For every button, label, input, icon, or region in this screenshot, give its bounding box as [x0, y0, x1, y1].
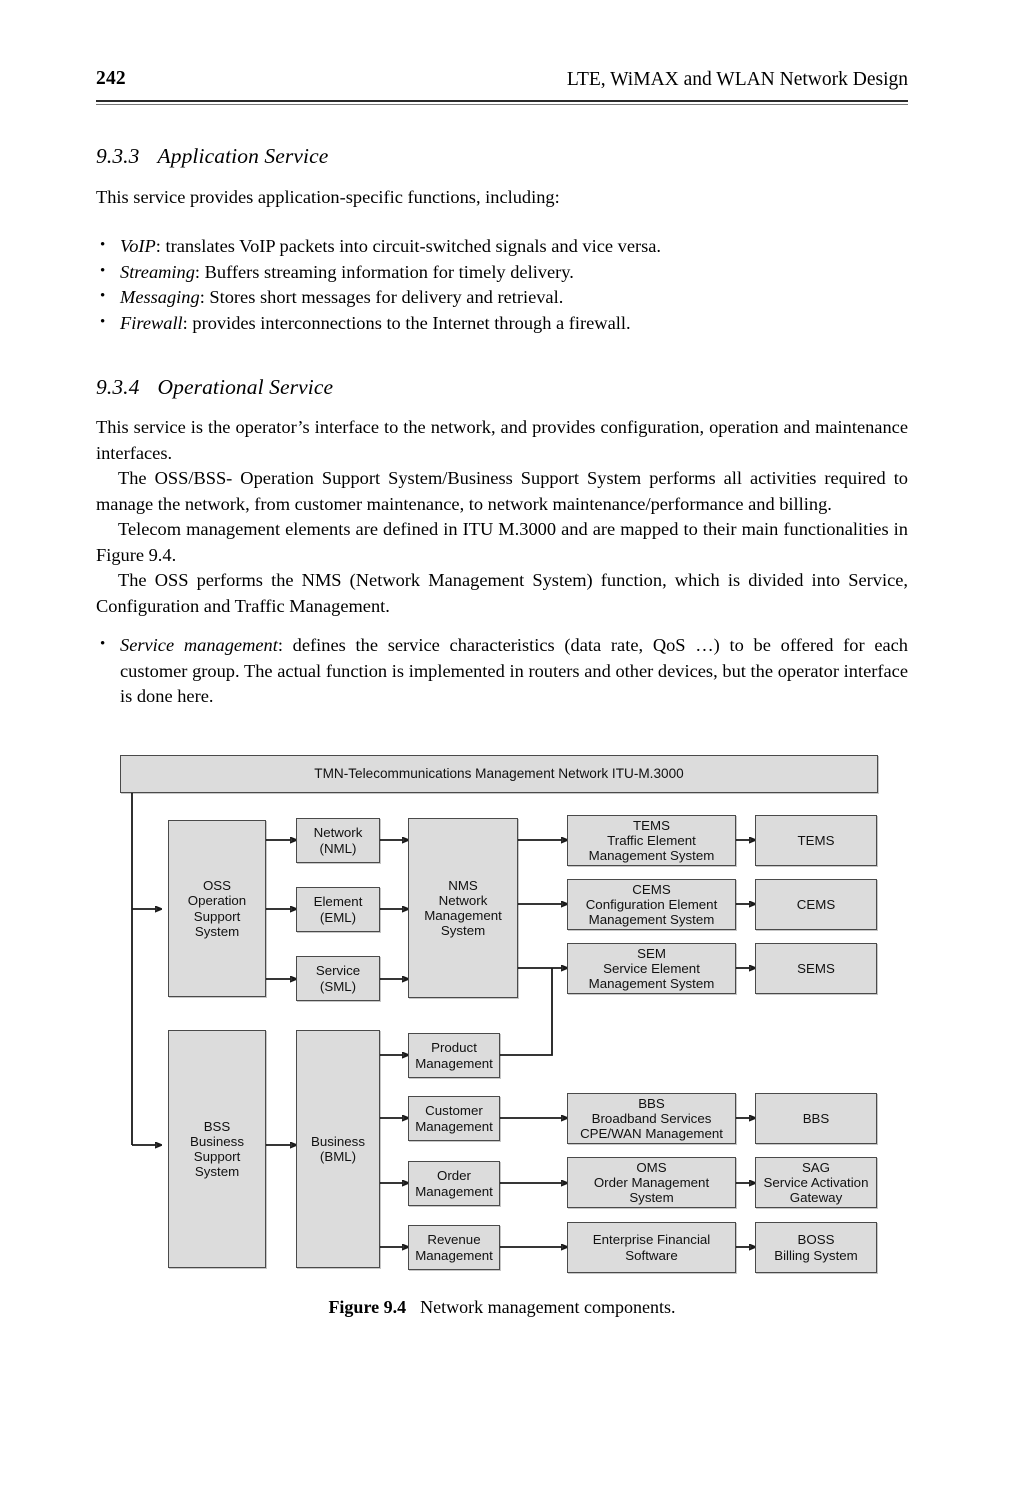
figure-9-4: TMN-Telecommunications Management Networ…: [0, 0, 1032, 1500]
paragraph-9-3-4-p4: The OSS performs the NMS (Network Manage…: [96, 570, 908, 616]
heading-9-3-3: 9.3.3 Application Service: [96, 144, 328, 169]
box-boss[interactable]: BOSS Billing System: [755, 1222, 877, 1273]
figure-caption-text: Network management components.: [420, 1297, 676, 1317]
paragraph-9-3-4-p2: The OSS/BSS- Operation Support System/Bu…: [96, 468, 908, 514]
list-item-term: Firewall: [120, 312, 183, 333]
box-bbs-full[interactable]: BBS Broadband Services CPE/WAN Managemen…: [567, 1093, 736, 1144]
list-item: Streaming: Buffers streaming information…: [96, 259, 908, 286]
box-cems[interactable]: CEMS: [755, 879, 877, 930]
box-service-sml[interactable]: Service (SML): [296, 956, 380, 1001]
box-network-nml[interactable]: Network (NML): [296, 818, 380, 863]
box-revenue-management[interactable]: Revenue Management: [408, 1225, 500, 1270]
list-item-term: VoIP: [120, 236, 156, 256]
list-item: VoIP: translates VoIP packets into circu…: [96, 233, 908, 260]
paragraph-9-3-4-p3: Telecom management elements are defined …: [96, 519, 908, 565]
box-sem-full[interactable]: SEM Service Element Management System: [567, 943, 736, 994]
box-order-management[interactable]: Order Management: [408, 1161, 500, 1206]
box-customer-management[interactable]: Customer Management: [408, 1096, 500, 1141]
paragraph-9-3-3-intro: This service provides application-specif…: [96, 187, 560, 207]
document-page: 242 LTE, WiMAX and WLAN Network Design 9…: [0, 0, 1032, 1500]
header-rule: [96, 100, 908, 105]
list-item-text: : Buffers streaming information for time…: [194, 261, 574, 282]
box-product-management[interactable]: Product Management: [408, 1033, 500, 1078]
box-sems[interactable]: SEMS: [755, 943, 877, 994]
bullet-list-application-service: VoIP: translates VoIP packets into circu…: [96, 233, 908, 337]
page-number: 242: [96, 68, 126, 89]
box-business-bml[interactable]: Business (BML): [296, 1030, 380, 1268]
figure-caption-label: Figure 9.4: [328, 1297, 407, 1317]
figure-diagram: TMN-Telecommunications Management Networ…: [118, 752, 880, 1274]
heading-9-3-4-title: Operational Service: [157, 375, 334, 399]
heading-9-3-3-title: Application Service: [157, 144, 329, 168]
box-nms[interactable]: NMS Network Management System: [408, 818, 518, 998]
running-head: 242 LTE, WiMAX and WLAN Network Design: [96, 68, 908, 96]
list-item-term: Streaming: [120, 261, 195, 282]
box-tmn[interactable]: TMN-Telecommunications Management Networ…: [120, 755, 878, 793]
heading-9-3-4: 9.3.4 Operational Service: [96, 375, 333, 400]
box-tems[interactable]: TEMS: [755, 815, 877, 866]
box-bbs[interactable]: BBS: [755, 1093, 877, 1144]
bullet-list-operational-service: Service management: defines the service …: [96, 632, 908, 710]
heading-9-3-3-number: 9.3.3: [96, 144, 140, 168]
list-item-text: : Stores short messages for delivery and…: [199, 287, 564, 308]
box-oms-full[interactable]: OMS Order Management System: [567, 1157, 736, 1208]
list-item-term: Service management: [120, 635, 278, 655]
box-oss[interactable]: OSS Operation Support System: [168, 820, 266, 997]
list-item: Service management: defines the service …: [96, 632, 908, 710]
list-item: Firewall: provides interconnections to t…: [96, 310, 908, 337]
box-sag[interactable]: SAG Service Activation Gateway: [755, 1157, 877, 1208]
box-cems-full[interactable]: CEMS Configuration Element Management Sy…: [567, 879, 736, 930]
box-enterprise-financial[interactable]: Enterprise Financial Software: [567, 1222, 736, 1273]
paragraph-9-3-4-p1: This service is the operator’s interface…: [96, 417, 908, 463]
list-item: Messaging: Stores short messages for del…: [96, 284, 908, 311]
box-element-eml[interactable]: Element (EML): [296, 887, 380, 932]
list-item-term: Messaging: [120, 287, 200, 308]
box-tems-full[interactable]: TEMS Traffic Element Management System: [567, 815, 736, 866]
list-item-text: : provides interconnections to the Inter…: [182, 312, 631, 333]
heading-9-3-4-number: 9.3.4: [96, 375, 140, 399]
list-item-text: : translates VoIP packets into circuit-s…: [155, 236, 662, 256]
book-title: LTE, WiMAX and WLAN Network Design: [566, 69, 908, 90]
figure-caption: Figure 9.4 Network management components.: [96, 1297, 908, 1318]
box-bss[interactable]: BSS Business Support System: [168, 1030, 266, 1268]
